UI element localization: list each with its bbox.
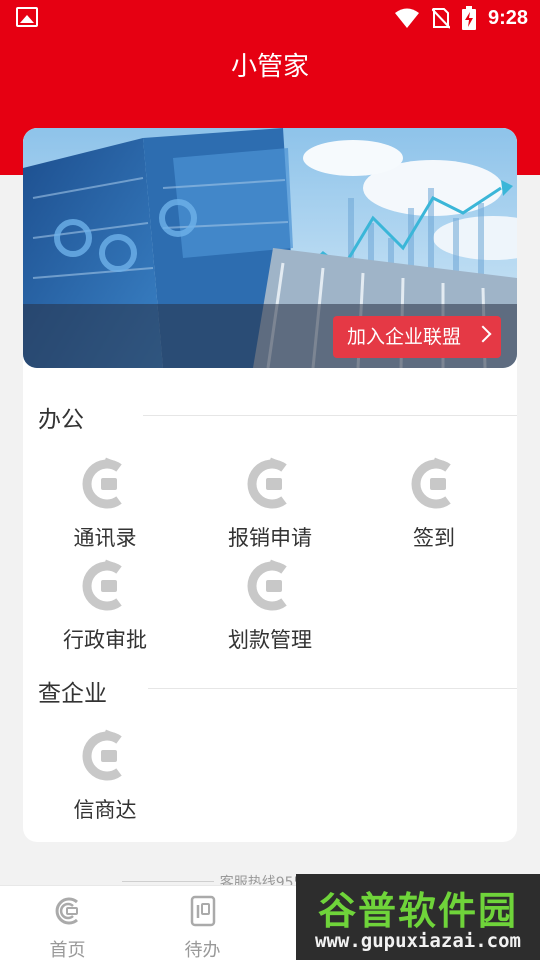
join-alliance-button[interactable]: 加入企业联盟: [332, 316, 501, 358]
grid-item-checkin[interactable]: 签到: [352, 454, 516, 552]
battery-charging-icon: [461, 6, 476, 30]
home-logo-icon: [55, 897, 78, 925]
grid-item-reimbursement[interactable]: 报销申请: [188, 454, 352, 552]
grid-item-label: 行政审批: [63, 628, 147, 652]
status-bar: 9:28: [0, 0, 540, 36]
watermark-title: 谷普软件园: [317, 889, 518, 933]
section-title-company: 查企业: [38, 681, 107, 707]
grid-item-transfer-management[interactable]: 划款管理: [188, 556, 352, 654]
grid-item-xinshangda[interactable]: 信商达: [23, 726, 187, 824]
section-title-office: 办公: [38, 407, 84, 433]
grid-item-label: 通讯录: [73, 526, 137, 550]
wifi-icon: [394, 8, 419, 28]
grid-item-label: 报销申请: [228, 526, 312, 550]
site-watermark: 谷普软件园 www.gupuxiazai.com: [296, 874, 540, 960]
grid-item-label: 签到: [413, 526, 455, 550]
grid-item-label: 划款管理: [228, 628, 312, 652]
tab-label: 首页: [49, 940, 86, 960]
app-logo-icon: [411, 457, 451, 509]
app-logo-icon: [247, 559, 287, 611]
main-card: 加入企业联盟 办公 通讯录 报销申请 签到 行政审批 划款管理 查企业 信商达: [23, 128, 517, 842]
image-notification-icon: [16, 7, 38, 27]
join-alliance-label: 加入企业联盟: [346, 326, 461, 348]
status-time: 9:28: [487, 6, 528, 29]
app-logo-icon: [82, 559, 122, 611]
banner-image: 加入企业联盟: [23, 128, 517, 368]
section-divider: [143, 415, 517, 416]
grid-item-admin-approval[interactable]: 行政审批: [23, 556, 187, 654]
page-title: 小管家: [230, 52, 309, 82]
no-sim-icon: [431, 8, 450, 29]
chevron-right-icon: [474, 325, 492, 343]
app-logo-icon: [247, 457, 287, 509]
tab-todo[interactable]: 待办: [135, 894, 270, 960]
tab-label: 待办: [184, 940, 221, 960]
app-logo-icon: [82, 457, 122, 509]
todo-icon: [190, 895, 215, 927]
grid-item-contacts[interactable]: 通讯录: [23, 454, 187, 552]
app-logo-icon: [82, 729, 122, 781]
tab-home[interactable]: 首页: [0, 894, 135, 960]
section-divider: [148, 688, 517, 689]
watermark-url: www.gupuxiazai.com: [315, 930, 521, 952]
grid-item-label: 信商达: [73, 798, 137, 822]
